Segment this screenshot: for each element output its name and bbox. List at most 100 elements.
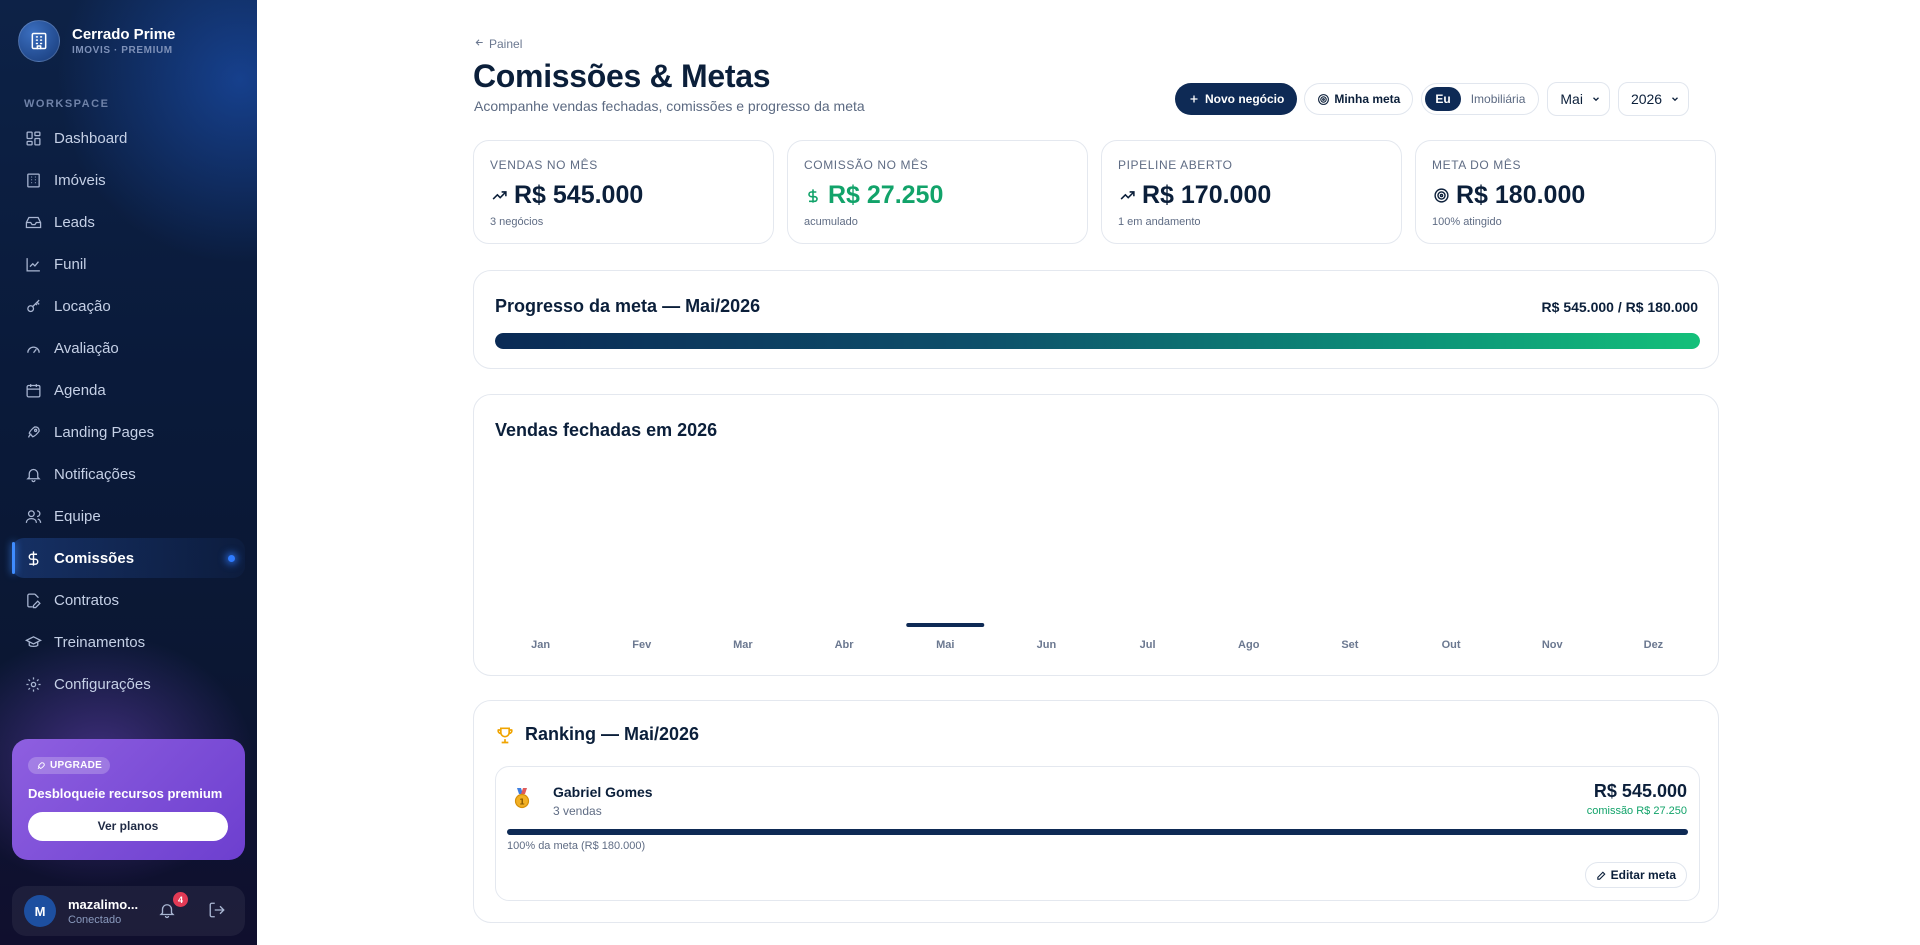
page-title: Comissões & Metas (473, 58, 771, 94)
edit-goal-button[interactable]: Editar meta (1584, 862, 1687, 888)
stat-foot: acumulado (804, 216, 858, 228)
ranking-commission: comissão R$ 27.250 (1586, 805, 1687, 817)
chart-tick-label-dez: Dez (1644, 639, 1664, 651)
chart-tick-label-ago: Ago (1238, 639, 1260, 651)
ranking-title: Ranking — Mai/2026 (525, 724, 700, 744)
sidebar-item-configuracoes[interactable]: Configurações (12, 664, 245, 704)
avatar[interactable]: M (24, 895, 56, 927)
sidebar-item-label: Imóveis (54, 171, 106, 189)
upgrade-title: Desbloqueie recursos premium (28, 785, 223, 801)
chart-bar-mai[interactable] (906, 623, 985, 627)
file-edit-icon (24, 591, 42, 609)
sidebar-item-notificacoes[interactable]: Notificações (12, 454, 245, 494)
sidebar-item-label: Equipe (54, 507, 101, 525)
stat-foot: 100% atingido (1432, 216, 1502, 228)
stat-value: R$ 180.000 (1456, 181, 1586, 209)
trending-up-icon (490, 187, 508, 205)
trophy-icon (495, 725, 515, 745)
logout-icon[interactable] (208, 901, 228, 921)
stat-card-commission: COMISSÃO NO MÊS R$ 27.250 acumulado (787, 140, 1088, 244)
users-icon (24, 507, 42, 525)
sidebar-item-leads[interactable]: Leads (12, 202, 245, 242)
sidebar-item-funil[interactable]: Funil (12, 244, 245, 284)
active-indicator-dot (228, 555, 235, 562)
building-logo-icon (18, 20, 60, 62)
ranking-card: Ranking — Mai/2026 1 Gabriel Gomes 3 ven… (473, 700, 1719, 923)
rocket-icon (37, 761, 45, 769)
goal-progress-bar (495, 333, 1700, 349)
stat-label: VENDAS NO MÊS (490, 158, 598, 172)
scope-option-agency[interactable]: Imobiliária (1461, 87, 1536, 111)
new-deal-label: Novo negócio (1205, 92, 1285, 106)
sidebar-item-treinamentos[interactable]: Treinamentos (12, 622, 245, 662)
view-plans-button[interactable]: Ver planos (28, 811, 228, 841)
sidebar-nav: Dashboard Imóveis Leads Funil Locação Av… (12, 118, 245, 706)
arrow-left-icon (474, 37, 485, 51)
ranking-sales-value: R$ 545.000 (1593, 781, 1687, 801)
sidebar-item-label: Agenda (54, 381, 106, 399)
sidebar-item-locacao[interactable]: Locação (12, 286, 245, 326)
ranking-entry: 1 Gabriel Gomes 3 vendas R$ 545.000 comi… (495, 766, 1700, 901)
sidebar-item-label: Notificações (54, 465, 136, 483)
rocket-icon (24, 423, 42, 441)
target-icon (1432, 187, 1450, 205)
sales-bar-chart: Jan Fev Mar Abr Mai Jun Jul Ago Set Out Nov Dez (531, 623, 1664, 651)
user-bar: M mazalimo... Conectado 4 (12, 886, 245, 936)
sidebar-item-label: Treinamentos (54, 633, 146, 651)
dollar-icon (804, 187, 822, 205)
sidebar-item-avaliacao[interactable]: Avaliação (12, 328, 245, 368)
calendar-icon (24, 381, 42, 399)
chart-tick-label-fev: Fev (632, 639, 652, 651)
sidebar-item-label: Configurações (54, 675, 151, 693)
my-goal-button[interactable]: Minha meta (1304, 83, 1414, 115)
sidebar-item-imoveis[interactable]: Imóveis (12, 160, 245, 200)
goal-progress-card: Progresso da meta — Mai/2026 R$ 545.000 … (473, 270, 1719, 369)
chevron-down-icon (1591, 91, 1601, 107)
chart-tick-label-mar: Mar (733, 639, 753, 651)
sidebar-item-label: Funil (54, 255, 87, 273)
sidebar-item-label: Contratos (54, 591, 120, 609)
gauge-icon (24, 339, 42, 357)
year-select[interactable]: 2026 (1617, 82, 1690, 116)
sidebar-item-comissoes[interactable]: Comissões (12, 538, 245, 578)
medal-icon: 1 (512, 787, 532, 814)
scope-option-me[interactable]: Eu (1425, 87, 1461, 111)
my-goal-label: Minha meta (1334, 92, 1401, 106)
chart-tick-label-nov: Nov (1542, 639, 1564, 651)
sidebar-item-label: Avaliação (54, 339, 119, 357)
chart-tick-label-jul: Jul (1140, 639, 1156, 651)
ranking-agent-name: Gabriel Gomes (553, 784, 653, 800)
brand-name: Cerrado Prime (72, 26, 176, 43)
stat-foot: 3 negócios (490, 216, 544, 228)
sidebar-item-landing-pages[interactable]: Landing Pages (12, 412, 245, 452)
breadcrumb[interactable]: Painel (474, 37, 522, 51)
sidebar-item-label: Comissões (54, 549, 135, 567)
plus-icon (1188, 93, 1200, 105)
stat-value: R$ 27.250 (828, 181, 944, 209)
stat-label: COMISSÃO NO MÊS (804, 158, 929, 172)
goal-progress-amount: R$ 545.000 / R$ 180.000 (1541, 299, 1698, 315)
ranking-goal-bar (507, 829, 1688, 835)
ranking-title-row: Ranking — Mai/2026 (495, 724, 699, 745)
stat-cards: VENDAS NO MÊS R$ 545.000 3 negócios COMI… (473, 140, 1716, 244)
new-deal-button[interactable]: Novo negócio (1175, 83, 1298, 115)
sidebar-item-dashboard[interactable]: Dashboard (12, 118, 245, 158)
brand-subtitle: IMOVIS · PREMIUM (72, 45, 173, 56)
sidebar-item-equipe[interactable]: Equipe (12, 496, 245, 536)
stat-card-sales: VENDAS NO MÊS R$ 545.000 3 negócios (473, 140, 774, 244)
stat-label: PIPELINE ABERTO (1118, 158, 1233, 172)
sidebar-item-agenda[interactable]: Agenda (12, 370, 245, 410)
ranking-sales-count: 3 vendas (553, 804, 602, 818)
inbox-icon (24, 213, 42, 231)
chart-tick-label-jun: Jun (1037, 639, 1057, 651)
main-content: Painel Comissões & Metas Acompanhe venda… (257, 0, 1920, 945)
sidebar-item-contratos[interactable]: Contratos (12, 580, 245, 620)
chart-line-icon (24, 255, 42, 273)
brand[interactable]: Cerrado Prime IMOVIS · PREMIUM (18, 20, 175, 62)
stat-card-goal: META DO MÊS R$ 180.000 100% atingido (1415, 140, 1716, 244)
trending-up-icon (1118, 187, 1136, 205)
month-select[interactable]: Mai (1547, 82, 1610, 116)
dollar-icon (24, 549, 42, 567)
ranking-goal-text: 100% da meta (R$ 180.000) (507, 840, 646, 852)
chevron-down-icon (1670, 91, 1680, 107)
